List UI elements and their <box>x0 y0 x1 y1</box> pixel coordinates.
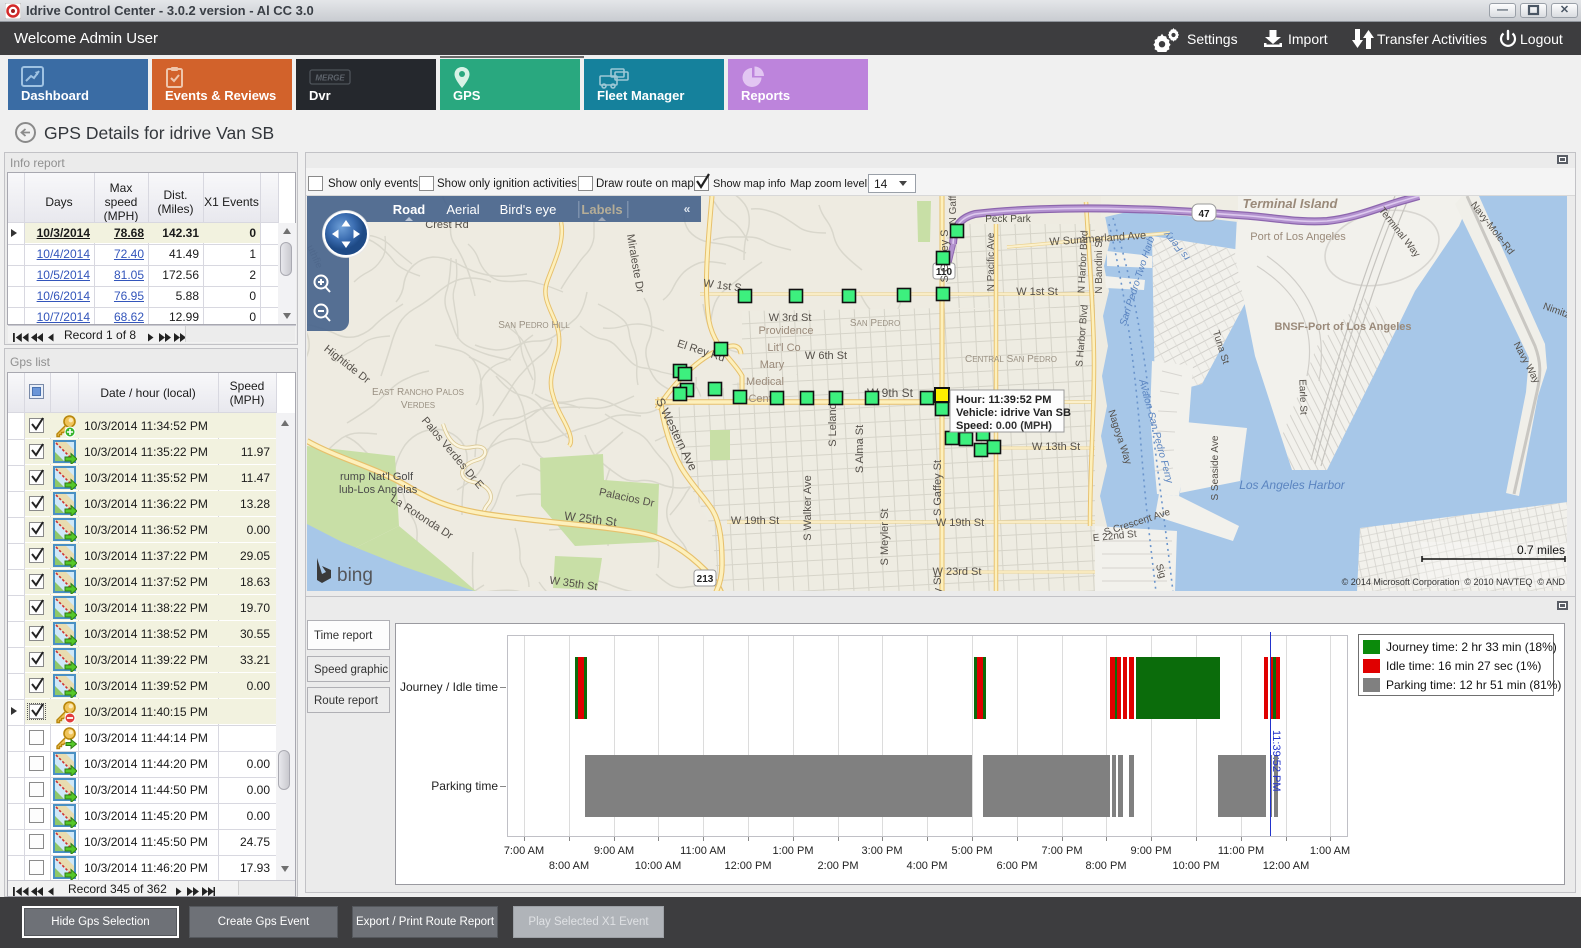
svg-text:Mary: Mary <box>760 359 785 371</box>
svg-text:BNSF-Port of Los Angeles: BNSF-Port of Los Angeles <box>1274 321 1411 333</box>
svg-text:W 1st St: W 1st St <box>1016 286 1058 298</box>
svg-text:N Pacific Ave: N Pacific Ave <box>986 232 997 291</box>
svg-text:S Seaside Ave: S Seaside Ave <box>1210 435 1221 500</box>
svg-text:Peck Park: Peck Park <box>985 214 1032 225</box>
svg-text:VERDES: VERDES <box>401 400 435 411</box>
svg-text:W 19th St: W 19th St <box>731 515 779 527</box>
svg-text:N Gaff: N Gaff <box>948 196 959 224</box>
svg-text:bing: bing <box>337 565 373 586</box>
svg-text:Speed: 0.00 (MPH): Speed: 0.00 (MPH) <box>956 420 1052 432</box>
svg-text:W 13th St: W 13th St <box>1032 441 1080 453</box>
svg-text:MERGE: MERGE <box>315 74 345 83</box>
svg-text:y St: y St <box>932 575 944 591</box>
svg-text:SAN PEDRO HILL: SAN PEDRO HILL <box>498 320 570 331</box>
svg-text:Earle St: Earle St <box>1296 379 1308 415</box>
svg-text:rump Nat'l Golf: rump Nat'l Golf <box>340 471 414 483</box>
svg-text:S Alma St: S Alma St <box>854 425 866 473</box>
svg-text:Los Angeles Harbor: Los Angeles Harbor <box>1239 478 1346 492</box>
svg-text:W 6th St: W 6th St <box>805 350 847 362</box>
svg-text:EAST RANCHO PALOS: EAST RANCHO PALOS <box>372 387 464 398</box>
svg-text:Bird's eye: Bird's eye <box>500 202 557 217</box>
svg-text:W 19th St: W 19th St <box>936 517 984 529</box>
svg-text:S Meyler St: S Meyler St <box>879 509 891 566</box>
svg-text:Hour: 11:39:52 PM: Hour: 11:39:52 PM <box>956 394 1051 406</box>
svg-text:Medical: Medical <box>746 376 784 388</box>
svg-text:W 3rd St: W 3rd St <box>769 312 812 324</box>
svg-text:0.7 miles: 0.7 miles <box>1517 543 1565 557</box>
svg-text:«: « <box>684 202 691 216</box>
svg-text:Terminal Island: Terminal Island <box>1243 196 1339 211</box>
svg-text:N Bandini St: N Bandini St <box>1094 238 1105 294</box>
svg-text:S Walker Ave: S Walker Ave <box>802 475 814 540</box>
svg-text:Labels: Labels <box>581 202 622 217</box>
svg-text:Aerial: Aerial <box>446 202 479 217</box>
svg-text:Port of Los Angeles: Port of Los Angeles <box>1250 231 1346 243</box>
svg-text:S Gaffey St: S Gaffey St <box>932 460 944 516</box>
svg-text:Road: Road <box>393 202 426 217</box>
svg-text:SAN PEDRO: SAN PEDRO <box>850 318 900 329</box>
svg-text:Providence: Providence <box>758 325 813 337</box>
svg-text:CENTRAL SAN PEDRO: CENTRAL SAN PEDRO <box>965 354 1057 365</box>
svg-text:213: 213 <box>697 574 714 585</box>
svg-text:lub-Los Angelas: lub-Los Angelas <box>339 484 418 496</box>
svg-text:47: 47 <box>1198 209 1210 220</box>
svg-text:© 2014 Microsoft Corporation: © 2014 Microsoft Corporation © 2010 NAVT… <box>1342 577 1566 587</box>
svg-text:S Leland: S Leland <box>827 403 839 446</box>
svg-text:Vehicle: idrive Van SB: Vehicle: idrive Van SB <box>956 407 1071 419</box>
svg-text:Lit'l Co: Lit'l Co <box>767 342 800 354</box>
